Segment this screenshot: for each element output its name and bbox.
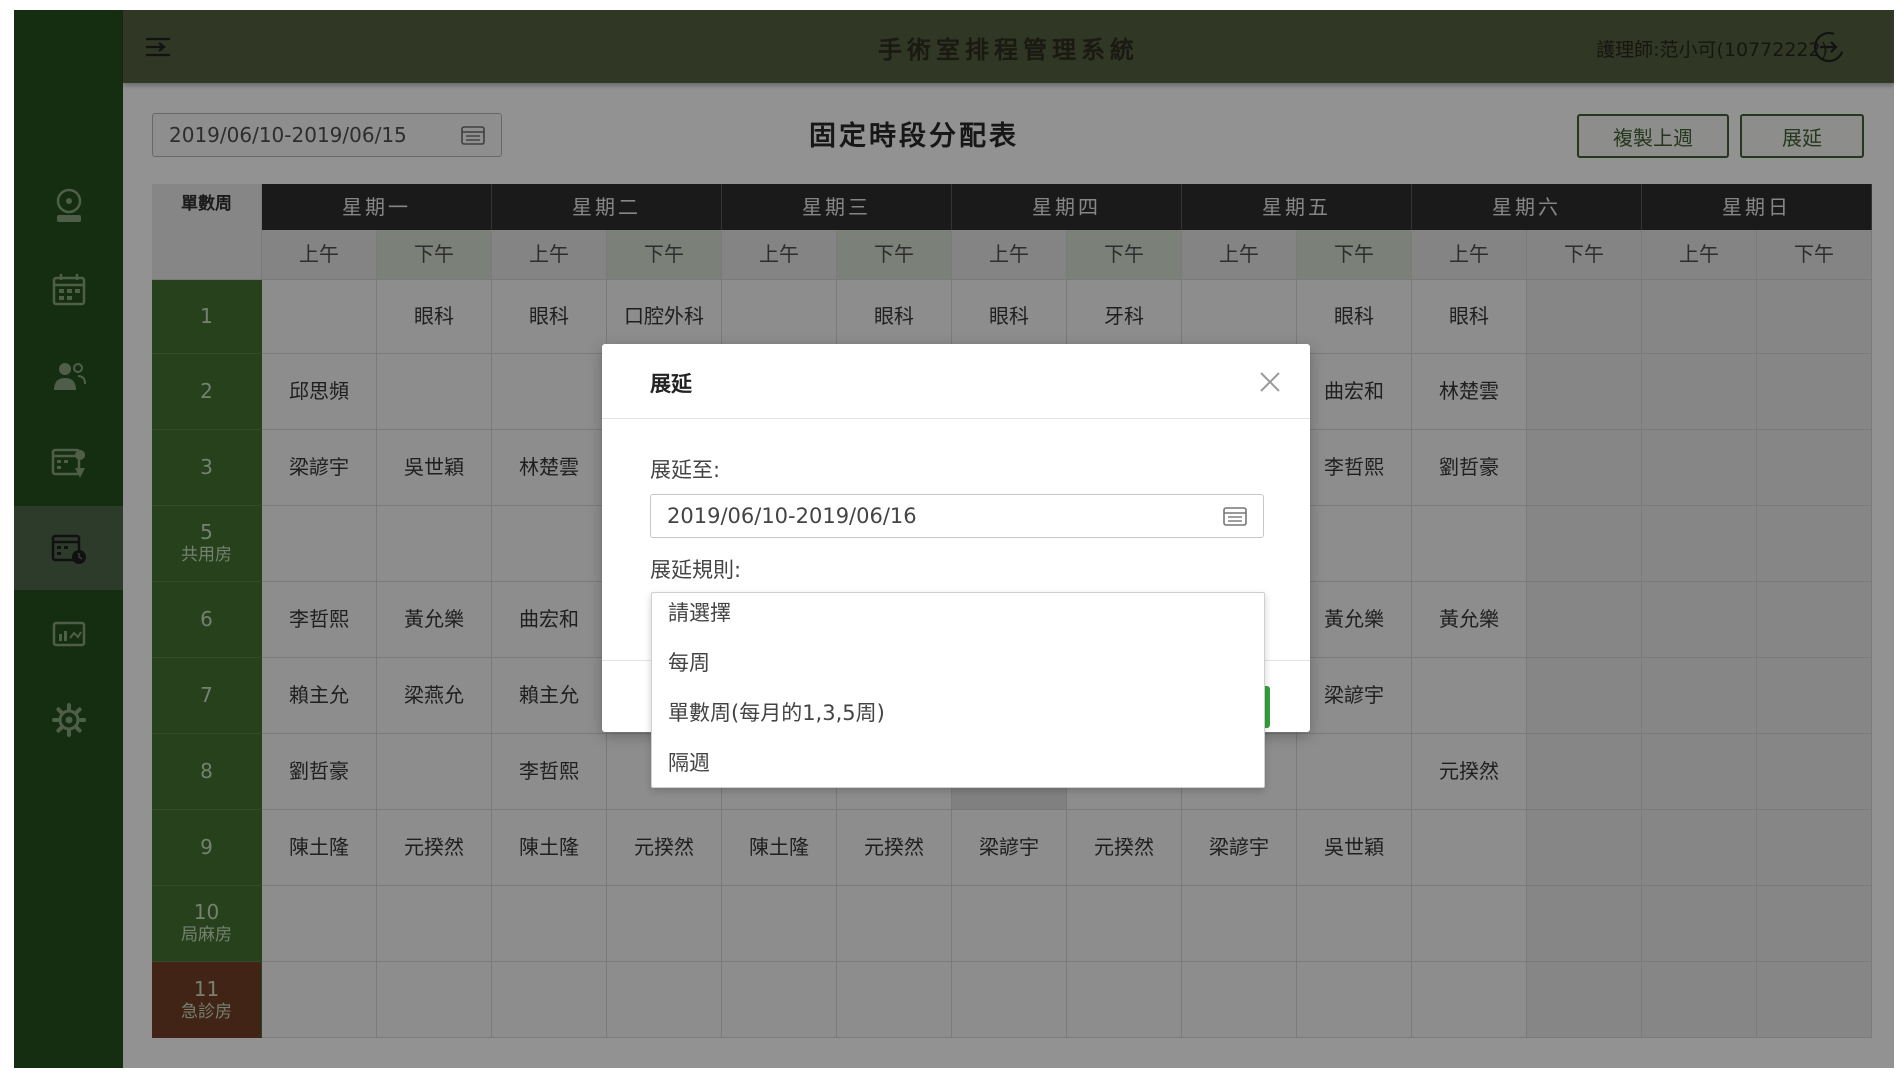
rule-option-placeholder[interactable]: 請選擇 xyxy=(668,597,731,627)
extend-to-label: 展延至: xyxy=(650,458,721,482)
extend-to-date-input[interactable]: 2019/06/10-2019/06/16 xyxy=(650,494,1264,538)
calendar-icon xyxy=(1223,507,1247,526)
extend-rule-dropdown[interactable]: 請選擇 每周 單數周(每月的1,3,5周) 隔週 xyxy=(651,592,1265,788)
rule-option-weekly[interactable]: 每周 xyxy=(668,647,710,677)
dialog-title: 展延 xyxy=(650,372,692,396)
dialog-divider xyxy=(602,418,1310,419)
extend-to-value: 2019/06/10-2019/06/16 xyxy=(667,504,917,528)
extend-rule-label: 展延規則: xyxy=(650,558,742,582)
rule-option-biweekly[interactable]: 隔週 xyxy=(668,747,710,777)
rule-option-odd-weeks[interactable]: 單數周(每月的1,3,5周) xyxy=(668,697,885,727)
close-icon[interactable] xyxy=(1256,368,1284,396)
app-window: 手術室排程管理系統 護理師:范小可(10772222) 2019/06/10-2… xyxy=(14,10,1894,1068)
